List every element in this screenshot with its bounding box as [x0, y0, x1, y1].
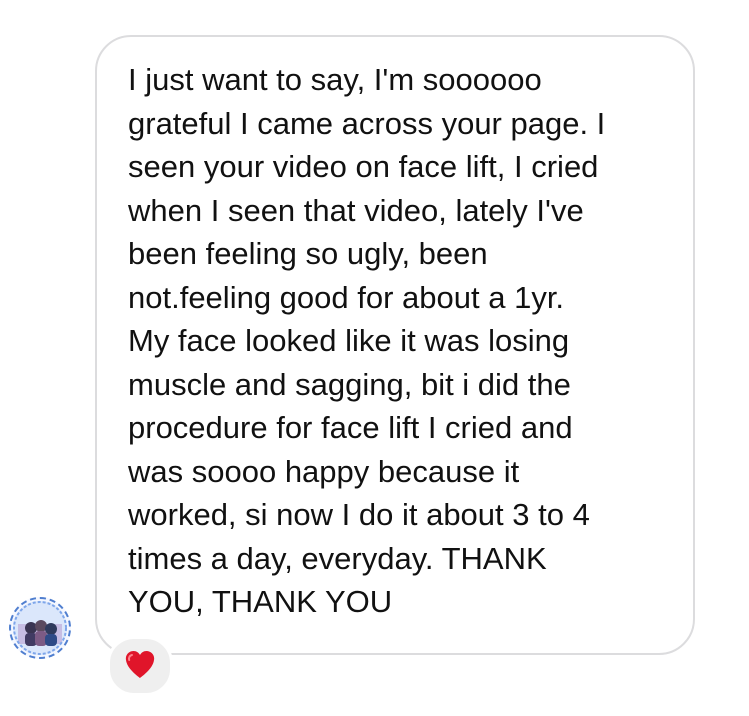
heart-icon — [125, 651, 155, 678]
avatar-image — [13, 601, 67, 655]
heart-reaction-badge[interactable] — [107, 636, 173, 696]
sender-avatar[interactable] — [9, 597, 71, 659]
message-text: I just want to say, I'm soooooo grateful… — [128, 62, 606, 619]
